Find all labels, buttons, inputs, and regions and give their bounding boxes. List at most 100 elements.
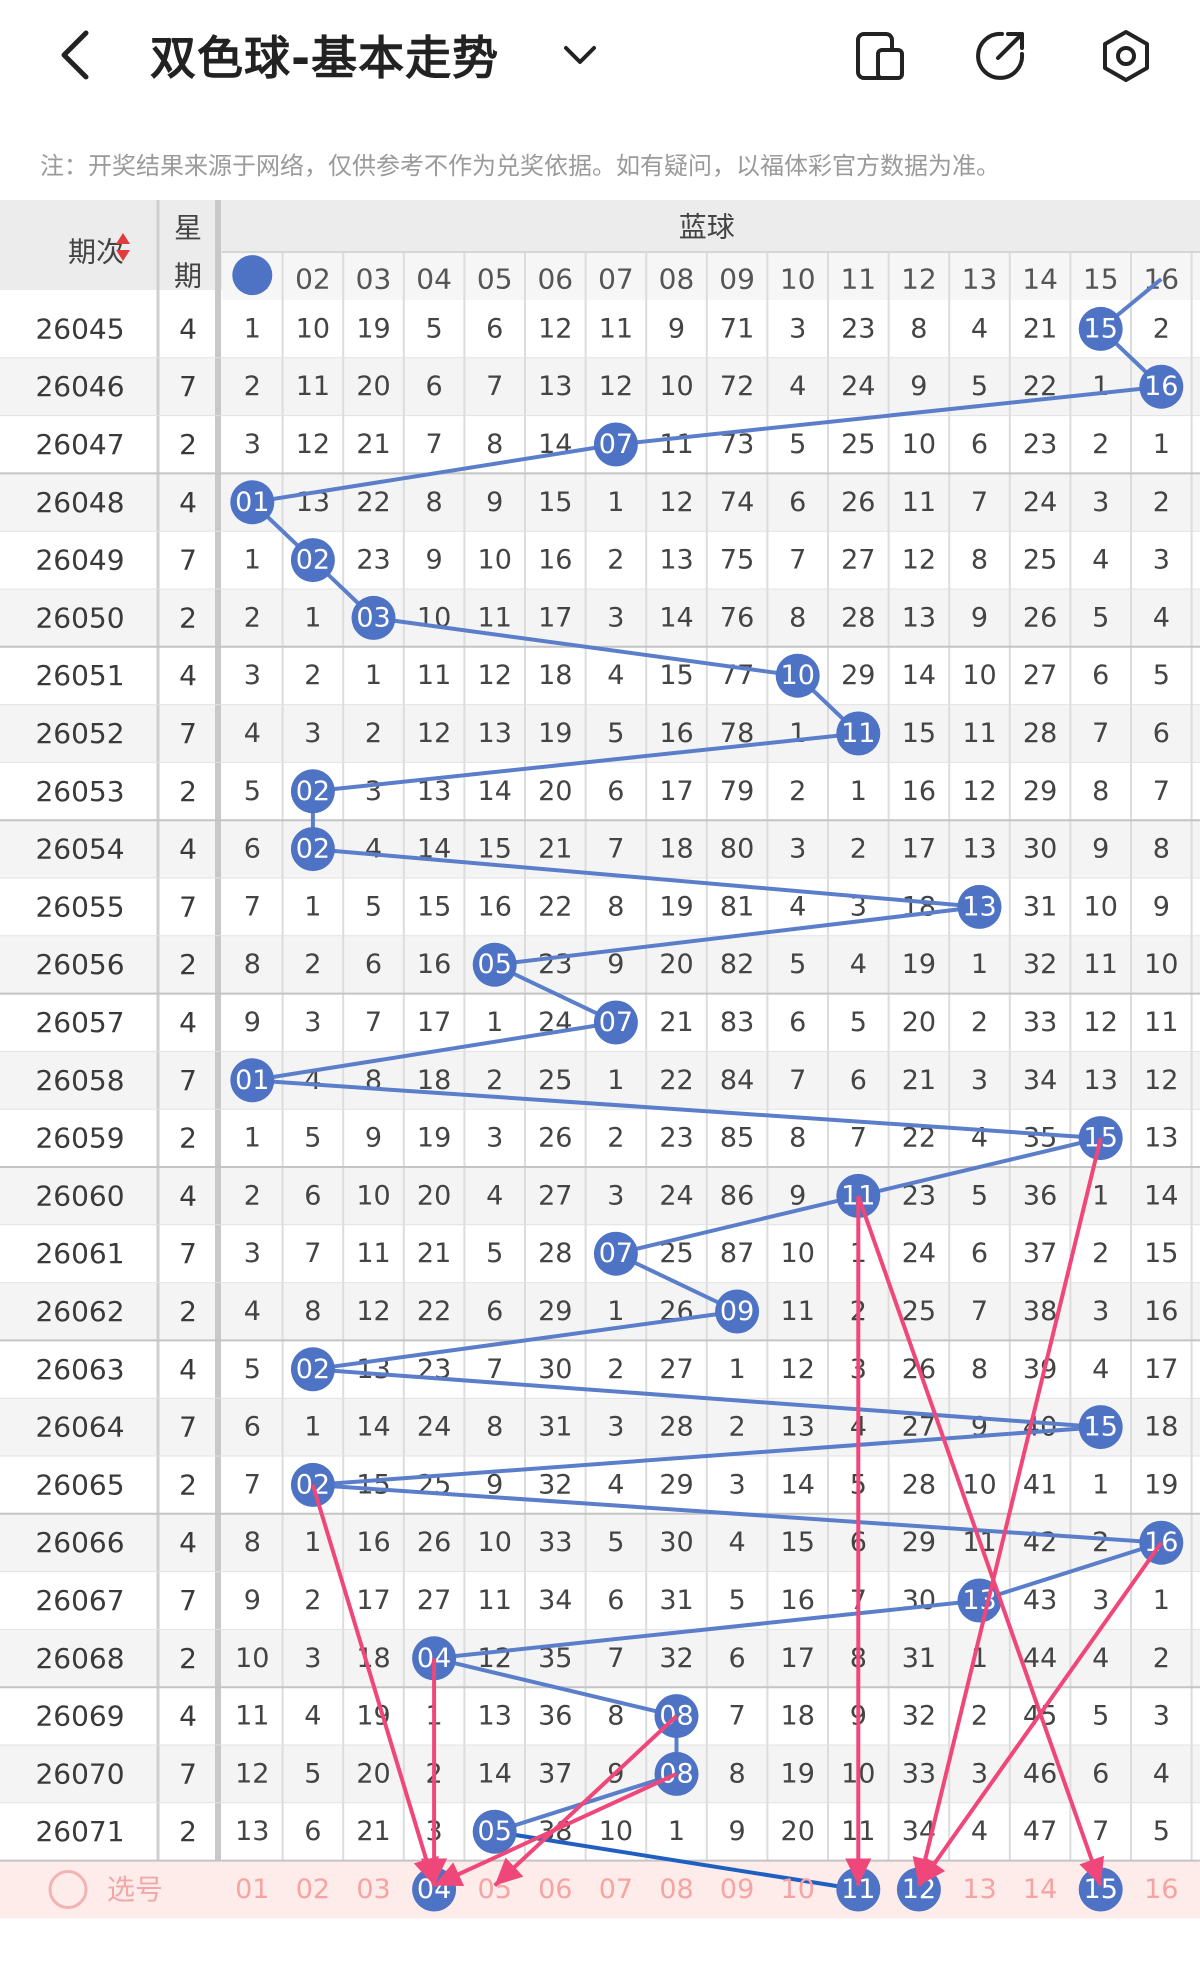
miss-count: 6 xyxy=(1153,718,1170,749)
miss-count: 7 xyxy=(789,1065,806,1096)
miss-count: 6 xyxy=(486,313,503,344)
blue-ball-number: 13 xyxy=(962,891,996,922)
miss-count: 9 xyxy=(1153,891,1170,922)
miss-count: 18 xyxy=(538,660,572,691)
miss-count: 20 xyxy=(902,1007,936,1038)
miss-count: 14 xyxy=(902,660,936,691)
miss-count: 23 xyxy=(538,949,572,980)
miss-count: 14 xyxy=(659,602,693,633)
miss-count: 11 xyxy=(235,1701,269,1732)
miss-count: 10 xyxy=(781,1238,815,1269)
miss-count: 4 xyxy=(1153,1758,1170,1789)
settings-icon[interactable] xyxy=(1098,28,1154,84)
miss-count: 75 xyxy=(720,545,754,576)
miss-count: 2 xyxy=(607,545,624,576)
back-icon[interactable] xyxy=(50,25,100,85)
miss-count: 31 xyxy=(1023,891,1057,922)
miss-count: 29 xyxy=(1023,776,1057,807)
miss-count: 33 xyxy=(902,1758,936,1789)
miss-count: 5 xyxy=(304,1123,321,1154)
miss-count: 19 xyxy=(417,1123,451,1154)
miss-count: 2 xyxy=(365,718,382,749)
miss-count: 3 xyxy=(607,1180,624,1211)
miss-count: 3 xyxy=(789,313,806,344)
miss-count: 8 xyxy=(426,487,443,518)
select-label: 选号 xyxy=(107,1873,163,1906)
chevron-down-icon[interactable] xyxy=(560,40,600,70)
miss-count: 7 xyxy=(971,1296,988,1327)
miss-count: 15 xyxy=(478,834,512,865)
column-header-number: 04 xyxy=(416,263,452,296)
miss-count: 12 xyxy=(538,313,572,344)
miss-count: 7 xyxy=(426,429,443,460)
share-icon[interactable] xyxy=(972,28,1028,84)
column-header-number: 02 xyxy=(295,263,331,296)
miss-count: 7 xyxy=(1092,718,1109,749)
weekday: 4 xyxy=(179,1700,197,1733)
miss-count: 5 xyxy=(365,891,382,922)
miss-count: 2 xyxy=(244,371,261,402)
miss-count: 30 xyxy=(1023,834,1057,865)
miss-count: 16 xyxy=(478,891,512,922)
miss-count: 30 xyxy=(659,1527,693,1558)
column-header-week: 星 xyxy=(174,212,202,245)
issue-number: 26059 xyxy=(35,1122,124,1155)
miss-count: 1 xyxy=(304,1412,321,1443)
miss-count: 28 xyxy=(1023,718,1057,749)
miss-count: 29 xyxy=(902,1527,936,1558)
miss-count: 3 xyxy=(304,718,321,749)
miss-count: 29 xyxy=(538,1296,572,1327)
select-number: 03 xyxy=(356,1874,390,1905)
miss-count: 2 xyxy=(789,776,806,807)
miss-count: 9 xyxy=(244,1585,261,1616)
column-header-number: 13 xyxy=(962,263,998,296)
miss-count: 8 xyxy=(486,1412,503,1443)
miss-count: 5 xyxy=(789,429,806,460)
page-title: 双色球-基本走势 xyxy=(150,31,500,85)
blue-ball xyxy=(232,255,273,296)
miss-count: 72 xyxy=(720,371,754,402)
miss-count: 2 xyxy=(971,1007,988,1038)
issue-number: 26053 xyxy=(35,775,124,808)
miss-count: 22 xyxy=(659,1065,693,1096)
miss-count: 3 xyxy=(304,1007,321,1038)
miss-count: 9 xyxy=(1092,834,1109,865)
miss-count: 18 xyxy=(659,834,693,865)
device-icon[interactable] xyxy=(852,28,908,84)
miss-count: 6 xyxy=(244,834,261,865)
miss-count: 8 xyxy=(244,949,261,980)
miss-count: 19 xyxy=(659,891,693,922)
column-header-number: 09 xyxy=(719,263,755,296)
miss-count: 20 xyxy=(417,1180,451,1211)
miss-count: 28 xyxy=(538,1238,572,1269)
miss-count: 21 xyxy=(356,1816,390,1847)
miss-count: 7 xyxy=(729,1701,746,1732)
miss-count: 11 xyxy=(1144,1007,1178,1038)
miss-count: 11 xyxy=(417,660,451,691)
miss-count: 3 xyxy=(244,660,261,691)
miss-count: 23 xyxy=(841,313,875,344)
miss-count: 5 xyxy=(486,1238,503,1269)
miss-count: 8 xyxy=(244,1527,261,1558)
miss-count: 19 xyxy=(902,949,936,980)
miss-count: 41 xyxy=(1023,1469,1057,1500)
miss-count: 1 xyxy=(244,545,261,576)
disclaimer-note: 注：开奖结果来源于网络，仅供参考不作为兑奖依据。如有疑问，以福体彩官方数据为准。 xyxy=(40,152,1000,180)
miss-count: 9 xyxy=(365,1123,382,1154)
miss-count: 2 xyxy=(244,1180,261,1211)
miss-count: 4 xyxy=(1092,545,1109,576)
miss-count: 46 xyxy=(1023,1758,1057,1789)
miss-count: 1 xyxy=(486,1007,503,1038)
miss-count: 3 xyxy=(1092,1296,1109,1327)
miss-count: 22 xyxy=(356,487,390,518)
miss-count: 1 xyxy=(668,1816,685,1847)
issue-number: 26045 xyxy=(35,312,124,345)
miss-count: 6 xyxy=(426,371,443,402)
miss-count: 6 xyxy=(304,1180,321,1211)
miss-count: 4 xyxy=(971,1123,988,1154)
miss-count: 6 xyxy=(607,1585,624,1616)
issue-number: 26051 xyxy=(35,659,124,692)
miss-count: 1 xyxy=(304,1527,321,1558)
weekday: 4 xyxy=(179,1006,197,1039)
miss-count: 1 xyxy=(1092,1180,1109,1211)
